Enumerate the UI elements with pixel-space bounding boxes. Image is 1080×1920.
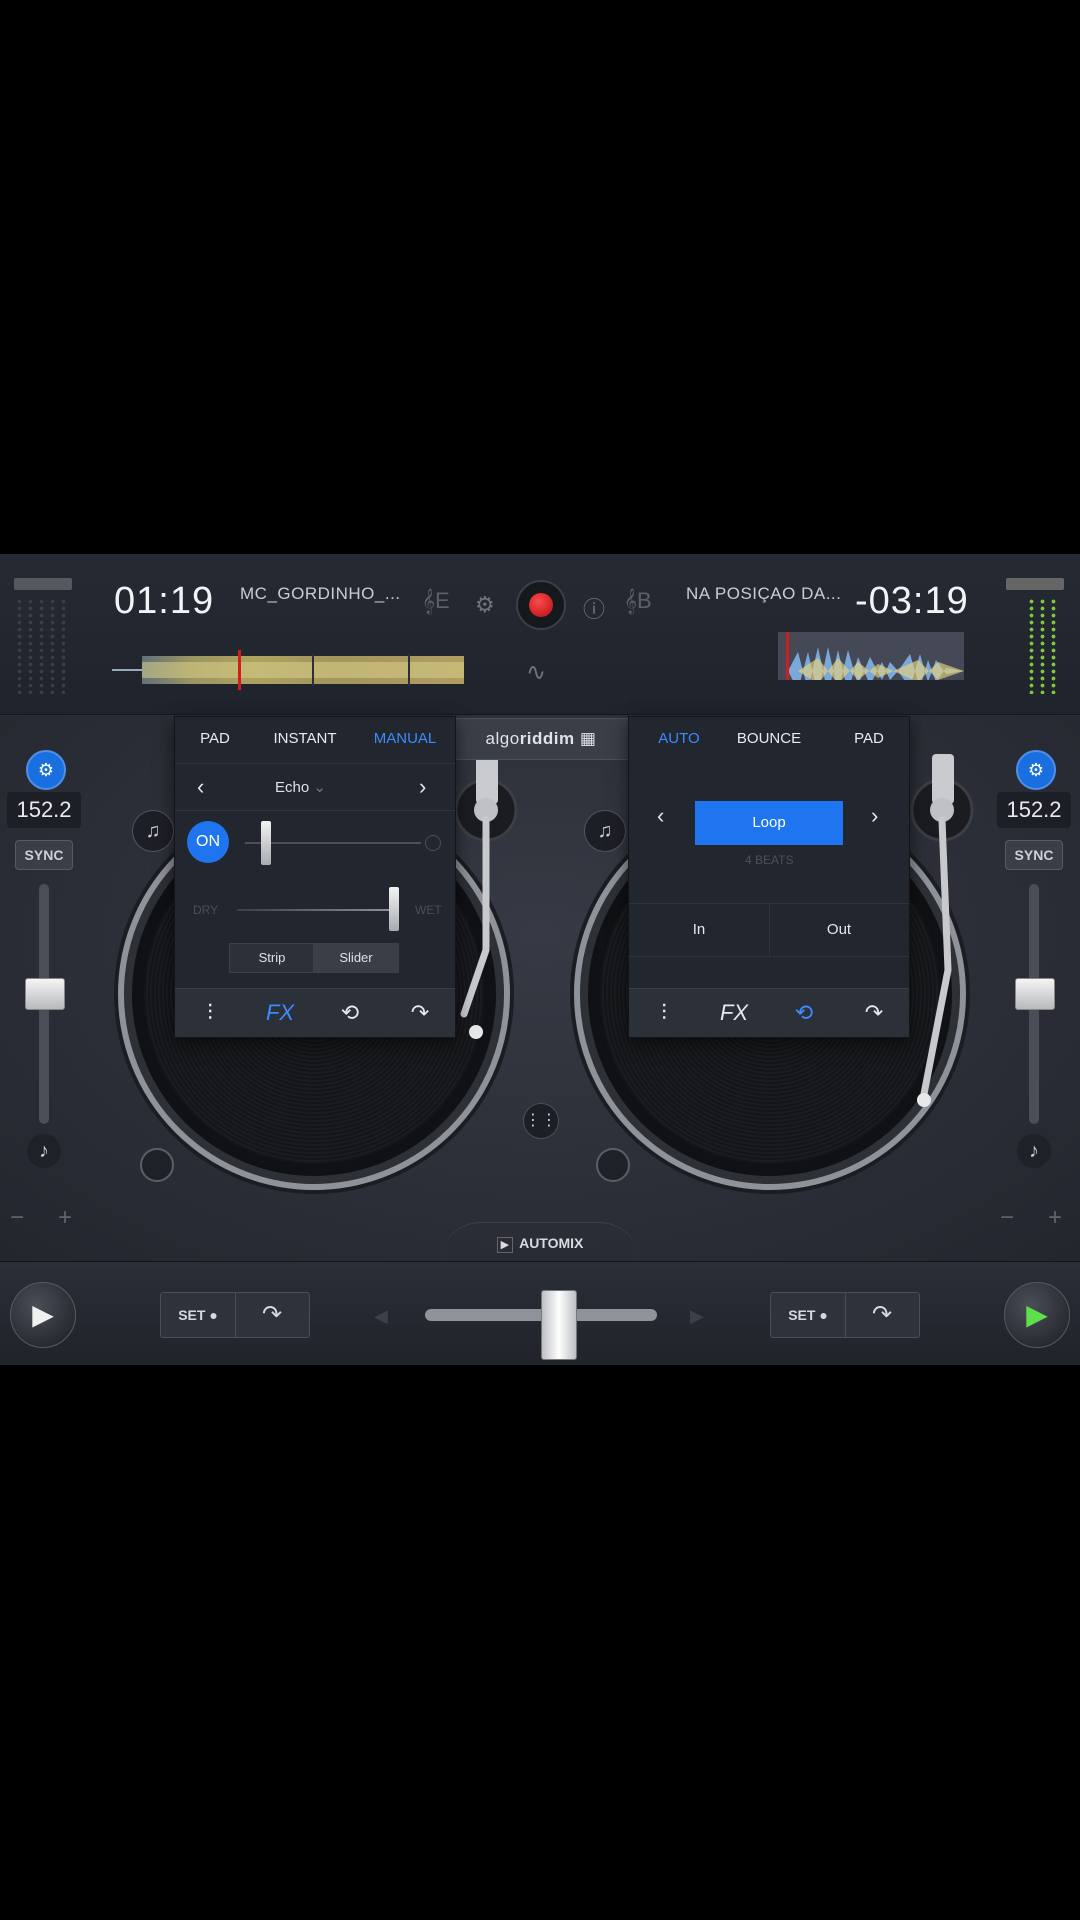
loop-beats-label: 4 BEATS	[745, 853, 794, 867]
deck-right-track-title[interactable]: NA POSIÇAO DA...	[686, 584, 841, 604]
loop-icon[interactable]: ⟲	[769, 989, 839, 1037]
loop-tab-bounce[interactable]: BOUNCE	[709, 717, 829, 761]
fx-param-slider[interactable]	[261, 821, 271, 865]
deck-right-start-stop-knob[interactable]	[596, 1148, 630, 1182]
clef-icon: 𝄞	[624, 588, 638, 613]
level-meter-right	[1006, 578, 1064, 696]
deck-right-play-button[interactable]: ▶	[1004, 1282, 1070, 1348]
deck-left-track-title[interactable]: MC_GORDINHO_...	[240, 584, 401, 604]
deck-left-pitch-slider[interactable]	[25, 978, 65, 1010]
play-icon: ▶	[32, 1299, 54, 1330]
fx-panel: PAD INSTANT MANUAL ‹ Echo ⌄ › ON DRY WET…	[174, 716, 456, 1038]
deck-right-pitch-slider[interactable]	[1015, 978, 1055, 1010]
deck-right-tonearm[interactable]	[908, 750, 998, 1120]
automix-button[interactable]: ▶ AUTOMIX	[440, 1222, 640, 1263]
chevron-right-icon[interactable]: ›	[419, 774, 426, 800]
loop-tab-pad[interactable]: PAD	[829, 717, 909, 761]
fx-effect-name[interactable]: Echo ⌄	[275, 778, 326, 796]
crossfader-right-arrow-icon[interactable]: ▶	[690, 1306, 704, 1327]
deck-right-pitch-plus[interactable]: +	[1048, 1204, 1062, 1232]
fx-tool-button[interactable]: FX	[245, 989, 315, 1037]
loop-in-out-row: In Out	[629, 903, 909, 957]
fx-mode-strip[interactable]: Strip	[229, 943, 315, 973]
deck-left-pitch-minus[interactable]: −	[10, 1204, 24, 1232]
fx-tab-instant[interactable]: INSTANT	[255, 717, 355, 761]
deck-left-key[interactable]: 𝄞E	[422, 588, 450, 614]
deck-left-eq-button[interactable]: ⚙	[26, 750, 66, 790]
play-icon: ▶	[1026, 1299, 1048, 1330]
fx-drywet-track[interactable]	[237, 909, 397, 911]
fx-panel-toolbar: ⫶ FX ⟲ ↷	[175, 988, 455, 1037]
deck-left-play-button[interactable]: ▶	[10, 1282, 76, 1348]
fx-tool-button[interactable]: FX	[699, 989, 769, 1037]
info-icon[interactable]: ⓘ	[583, 592, 605, 624]
deck-right-remaining-time: -03:19	[855, 580, 969, 622]
deck-right-set-cue-button[interactable]: SET ●	[771, 1293, 846, 1337]
loop-panel: AUTO BOUNCE PAD ‹ Loop › 4 BEATS In Out …	[628, 716, 910, 1038]
deck-left-add-song-icon[interactable]: ♫	[132, 810, 174, 852]
deck-left-tonearm[interactable]	[452, 750, 522, 1090]
chevron-left-icon[interactable]: ‹	[197, 774, 204, 800]
deck-right-key[interactable]: 𝄞B	[624, 588, 652, 614]
deck-left-note-icon[interactable]: ♪	[27, 1134, 61, 1168]
loop-icon[interactable]: ⟲	[315, 989, 385, 1037]
loop-out-button[interactable]: Out	[769, 904, 909, 956]
crossfader-handle[interactable]	[541, 1290, 577, 1360]
deck-left-sync-button[interactable]: SYNC	[15, 840, 73, 870]
fx-dry-label: DRY	[193, 903, 219, 917]
algoriddim-logo: algoriddim ▦	[452, 718, 630, 760]
deck-left-cue-jump-icon[interactable]: ↷	[235, 1293, 309, 1337]
deck-left-elapsed-time: 01:19	[114, 580, 215, 622]
deck-left-waveform[interactable]	[112, 646, 464, 694]
bottom-bar: ▶ SET ● ↷ ◀ ▶ SET ● ↷ ▶	[0, 1261, 1080, 1365]
deck-right-cue-group: SET ● ↷	[770, 1292, 920, 1338]
deck-left-start-stop-knob[interactable]	[140, 1148, 174, 1182]
djay-app: 01:19 MC_GORDINHO_... 𝄞E ⚙ ⓘ 𝄞B NA POSIÇ…	[0, 554, 1080, 1365]
top-bar: 01:19 MC_GORDINHO_... 𝄞E ⚙ ⓘ 𝄞B NA POSIÇ…	[0, 554, 1080, 715]
fx-tab-pad[interactable]: PAD	[175, 717, 255, 761]
level-meter-left	[14, 578, 72, 696]
fx-on-button[interactable]: ON	[187, 821, 229, 863]
chevron-left-icon[interactable]: ‹	[657, 803, 664, 829]
deck-right-add-song-icon[interactable]: ♫	[584, 810, 626, 852]
deck-right-waveform[interactable]	[778, 632, 964, 680]
deck-right-eq-button[interactable]: ⚙	[1016, 750, 1056, 790]
deck-right-bpm[interactable]: 152.2	[997, 792, 1071, 828]
deck-right-pitch-minus[interactable]: −	[1000, 1204, 1014, 1232]
cue-jump-icon[interactable]: ↷	[839, 989, 909, 1037]
deck-right-cue-jump-icon[interactable]: ↷	[845, 1293, 919, 1337]
deck-left-bpm[interactable]: 152.2	[7, 792, 81, 828]
logo-grid-icon: ▦	[579, 729, 597, 748]
fx-effect-selector: ‹ Echo ⌄ ›	[175, 763, 455, 811]
chevron-right-icon[interactable]: ›	[871, 803, 878, 829]
loop-in-button[interactable]: In	[629, 904, 770, 956]
deck-left-cue-group: SET ● ↷	[160, 1292, 310, 1338]
crossfader-left-arrow-icon[interactable]: ◀	[374, 1306, 388, 1327]
record-button[interactable]	[516, 580, 566, 630]
fx-wet-label: WET	[415, 903, 442, 917]
fx-drywet-slider[interactable]	[389, 887, 399, 931]
cue-jump-icon[interactable]: ↷	[385, 989, 455, 1037]
gear-icon[interactable]: ⚙	[475, 592, 495, 618]
clef-icon: 𝄞	[422, 588, 436, 613]
deck-left-set-cue-button[interactable]: SET ●	[161, 1293, 236, 1337]
waveform-icon[interactable]: ∿	[526, 658, 546, 687]
eq-sliders-icon[interactable]: ⫶	[175, 989, 245, 1037]
deck-right-sync-button[interactable]: SYNC	[1005, 840, 1063, 870]
play-small-icon: ▶	[496, 1237, 514, 1253]
chevron-down-icon: ⌄	[313, 779, 326, 796]
eq-sliders-icon[interactable]: ⫶	[629, 989, 699, 1037]
loop-button[interactable]: Loop	[695, 801, 843, 845]
fx-param-indicator-icon	[425, 835, 441, 851]
grid-menu-icon[interactable]: ⋮⋮	[523, 1103, 559, 1139]
mixer-icon: ⚙	[1027, 760, 1045, 780]
mixer-icon: ⚙	[37, 760, 55, 780]
fx-mode-slider[interactable]: Slider	[313, 943, 399, 973]
fx-param-track[interactable]	[245, 842, 421, 844]
deck-left-pitch-plus[interactable]: +	[58, 1204, 72, 1232]
fx-tab-manual[interactable]: MANUAL	[355, 717, 455, 761]
loop-panel-toolbar: ⫶ FX ⟲ ↷	[629, 988, 909, 1037]
deck-right-note-icon[interactable]: ♪	[1017, 1134, 1051, 1168]
